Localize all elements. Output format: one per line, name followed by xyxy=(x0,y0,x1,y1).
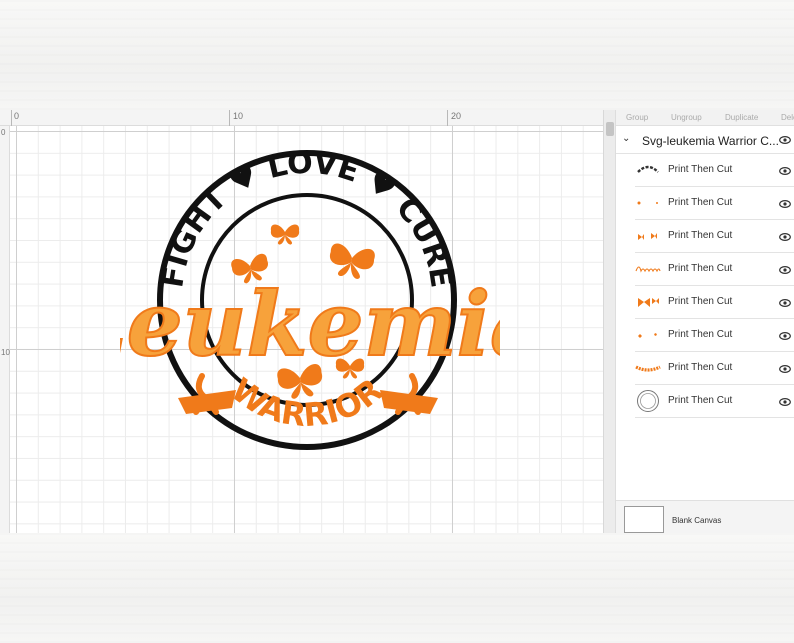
group-button[interactable]: Group xyxy=(626,113,648,122)
scroll-thumb[interactable] xyxy=(606,122,614,136)
butterfly-icon xyxy=(270,224,300,245)
layer-label: Print Then Cut xyxy=(668,164,733,175)
layer-label: Print Then Cut xyxy=(668,395,733,406)
ruler-tick xyxy=(447,110,448,126)
layer-row[interactable]: Print Then Cut xyxy=(635,286,794,319)
layer-label: Print Then Cut xyxy=(668,197,733,208)
butterfly-pair-thumb-icon xyxy=(638,298,659,307)
layer-row[interactable]: Print Then Cut xyxy=(635,385,794,418)
ruler-tick xyxy=(11,110,12,126)
duplicate-button[interactable]: Duplicate xyxy=(725,113,758,122)
ruler-left-label-10: 10 xyxy=(1,348,10,357)
ruler-tick xyxy=(229,110,230,126)
layer-row[interactable]: Print Then Cut xyxy=(635,319,794,352)
vertical-scrollbar[interactable] xyxy=(603,110,615,533)
layer-label: Print Then Cut xyxy=(668,362,733,373)
hearts-thumb-icon xyxy=(638,333,657,338)
eye-icon[interactable] xyxy=(779,396,791,408)
layer-group-title: Svg-leukemia Warrior C... xyxy=(642,134,779,148)
ungroup-button[interactable]: Ungroup xyxy=(671,113,702,122)
layers-toolbar: Group Ungroup Duplicate Dele xyxy=(616,110,794,126)
circle-frame-thumb-icon xyxy=(637,390,659,412)
layer-row[interactable]: Print Then Cut xyxy=(635,220,794,253)
ruler-left-label-0: 0 xyxy=(1,128,6,137)
eye-icon[interactable] xyxy=(779,198,791,210)
background-top xyxy=(0,0,794,110)
layer-label: Print Then Cut xyxy=(668,296,733,307)
butterflies-thumb-icon xyxy=(638,233,657,240)
warrior-ribbon-thumb-icon xyxy=(635,365,661,372)
layer-group-row[interactable]: ⌄ Svg-leukemia Warrior C... xyxy=(616,126,794,154)
ruler-label-0: 0 xyxy=(14,111,20,121)
eye-icon[interactable] xyxy=(779,231,791,243)
arc-text-thumb-icon xyxy=(637,165,659,173)
dots-thumb-icon xyxy=(637,201,658,205)
eye-icon[interactable] xyxy=(779,264,791,276)
eye-icon[interactable] xyxy=(779,297,791,309)
layer-row[interactable]: Print Then Cut xyxy=(635,352,794,385)
eye-icon[interactable] xyxy=(779,134,791,146)
ruler-left: 0 10 xyxy=(0,126,10,533)
leukemia-warrior-design[interactable]: FIGHT ♥ LOVE ♥ CURE Leukemia WARRIOR xyxy=(120,140,500,470)
background-bottom xyxy=(0,533,794,643)
ruler-top: 0 10 20 xyxy=(0,110,603,126)
layer-row[interactable]: Print Then Cut xyxy=(635,187,794,220)
blank-canvas-label: Blank Canvas xyxy=(672,516,722,525)
chevron-down-icon[interactable]: ⌄ xyxy=(622,133,630,144)
eye-icon[interactable] xyxy=(779,330,791,342)
delete-button[interactable]: Dele xyxy=(781,113,794,122)
ruler-label-10: 10 xyxy=(233,111,244,121)
blank-canvas-swatch[interactable] xyxy=(624,506,664,533)
layer-label: Print Then Cut xyxy=(668,230,733,241)
arc-top-text: FIGHT ♥ LOVE ♥ CURE xyxy=(155,146,458,290)
ruler-label-20: 20 xyxy=(451,111,462,121)
layers-panel: Group Ungroup Duplicate Dele ⌄ Svg-leuke… xyxy=(615,110,794,533)
leukemia-script-text: Leukemia xyxy=(120,272,500,376)
layer-row[interactable]: Print Then Cut xyxy=(635,253,794,286)
blank-canvas-bar[interactable]: Blank Canvas xyxy=(616,500,794,533)
leukemia-script-thumb-icon xyxy=(635,266,661,273)
eye-icon[interactable] xyxy=(779,363,791,375)
layer-label: Print Then Cut xyxy=(668,263,733,274)
eye-icon[interactable] xyxy=(779,165,791,177)
layer-row[interactable]: Print Then Cut xyxy=(635,154,794,187)
layer-label: Print Then Cut xyxy=(668,329,733,340)
